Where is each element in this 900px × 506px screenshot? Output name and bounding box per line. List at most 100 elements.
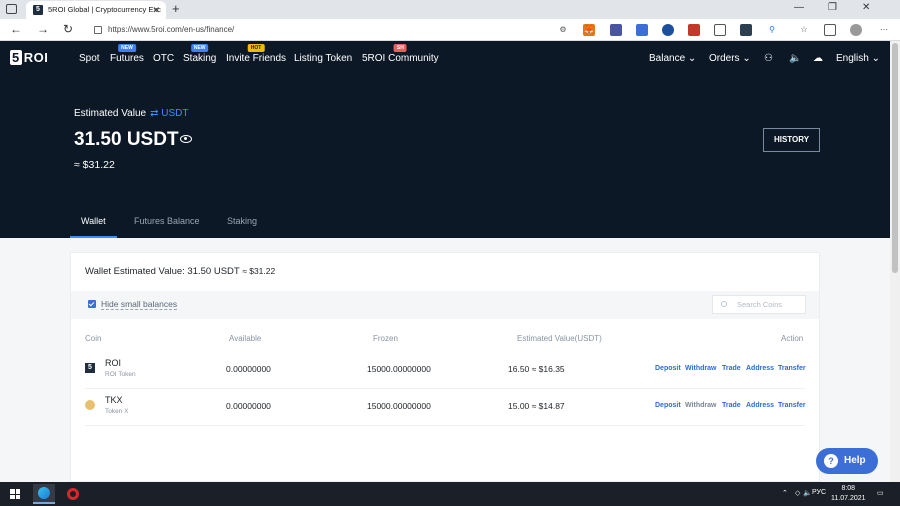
forward-icon[interactable]: → xyxy=(37,22,49,36)
volume-icon[interactable]: 🔈 xyxy=(803,489,812,497)
row-divider xyxy=(85,425,805,426)
favorites-icon[interactable]: ☆ xyxy=(798,24,810,36)
address-link[interactable]: Address xyxy=(746,365,774,372)
balance-hero: Estimated Value ⇄ USDT 31.50 USDT ≈ $31.2… xyxy=(0,77,890,238)
deposit-link[interactable]: Deposit xyxy=(655,402,681,409)
logo[interactable]: 5 ROI xyxy=(10,50,48,65)
col-action: Action xyxy=(781,334,804,343)
nav-listing-token[interactable]: Listing Token xyxy=(294,53,352,64)
eye-icon[interactable] xyxy=(180,135,192,143)
download-icon[interactable]: ☁ xyxy=(813,53,823,64)
lock-icon xyxy=(94,26,102,34)
scrollbar-thumb[interactable] xyxy=(892,43,898,273)
profile-avatar-icon[interactable] xyxy=(850,24,862,36)
table-row: TKX Token X 0.00000000 15000.00000000 15… xyxy=(71,389,819,426)
estimated-value-label: Estimated Value ⇄ USDT xyxy=(74,108,189,119)
table-row: 5 ROI ROI Token 0.00000000 15000.0000000… xyxy=(71,352,819,389)
filter-row: Hide small balances Search Coins xyxy=(71,291,819,319)
back-icon[interactable]: ← xyxy=(10,22,22,36)
frozen-value: 15000.00000000 xyxy=(367,401,431,411)
col-frozen: Frozen xyxy=(373,334,398,343)
new-badge: NEW xyxy=(190,44,209,52)
windows-taskbar: ⌃ ◇ 🔈 РУС 8:08 11.07.2021 ▭ xyxy=(0,482,900,506)
frozen-value: 15000.00000000 xyxy=(367,364,431,374)
help-icon: ? xyxy=(824,454,838,468)
transfer-link[interactable]: Transfer xyxy=(778,402,806,409)
speaker-icon[interactable]: 🔈 xyxy=(789,53,801,64)
network-icon[interactable]: ◇ xyxy=(795,489,800,497)
nav-otc[interactable]: OTC xyxy=(153,53,174,64)
tab-staking[interactable]: Staking xyxy=(227,216,257,226)
metamask-icon[interactable]: 🦊 xyxy=(583,24,595,36)
language-menu[interactable]: English ⌄ xyxy=(836,53,880,64)
tab-futures-balance[interactable]: Futures Balance xyxy=(134,216,200,226)
nav-spot[interactable]: Spot xyxy=(79,53,100,64)
nav-community[interactable]: SH 5ROI Community xyxy=(362,44,439,64)
extension-red-icon[interactable] xyxy=(688,24,700,36)
address-link[interactable]: Address xyxy=(746,402,774,409)
wallet-title: Wallet Estimated Value: 31.50 USDT ≈ $31… xyxy=(85,266,276,277)
wallet-card: Wallet Estimated Value: 31.50 USDT ≈ $31… xyxy=(70,252,820,482)
currency-switch[interactable]: ⇄ USDT xyxy=(150,108,188,119)
favicon-icon: 5 xyxy=(33,5,43,15)
translate-icon[interactable] xyxy=(636,24,648,36)
refresh-icon[interactable]: ↻ xyxy=(63,22,73,36)
hot-badge: HOT xyxy=(247,44,265,52)
extension-person-icon[interactable]: ⚲ xyxy=(766,24,778,36)
extension-p-icon[interactable] xyxy=(662,24,674,36)
roi-coin-icon: 5 xyxy=(85,363,95,373)
language-indicator[interactable]: РУС xyxy=(812,489,826,496)
nav-staking[interactable]: NEW Staking xyxy=(183,44,216,64)
minimize-icon[interactable]: — xyxy=(794,2,804,13)
site-settings-icon[interactable]: ⚙ xyxy=(557,24,569,36)
withdraw-link[interactable]: Withdraw xyxy=(685,402,716,409)
available-value: 0.00000000 xyxy=(226,401,271,411)
search-icon xyxy=(721,301,727,307)
trade-link[interactable]: Trade xyxy=(722,365,741,372)
extension-box-icon[interactable] xyxy=(714,24,726,36)
extension-dark-icon[interactable] xyxy=(740,24,752,36)
estimated-value: 15.00 ≈ $14.87 xyxy=(508,401,565,411)
clock[interactable]: 8:08 11.07.2021 xyxy=(831,484,866,504)
tab-title: 5ROI Global | Cryptocurrency Exc xyxy=(48,5,161,14)
available-value: 0.00000000 xyxy=(226,364,271,374)
orders-menu[interactable]: Orders ⌄ xyxy=(709,53,751,64)
edge-taskbar-icon[interactable] xyxy=(33,484,55,504)
hide-small-checkbox[interactable] xyxy=(88,300,96,308)
nav-invite-friends[interactable]: HOT Invite Friends xyxy=(226,44,286,64)
tray-chevron-icon[interactable]: ⌃ xyxy=(782,489,788,497)
history-button[interactable]: HISTORY xyxy=(763,128,820,152)
new-badge: NEW xyxy=(118,44,136,52)
page-scrollbar[interactable] xyxy=(890,41,900,482)
maximize-icon[interactable]: ❐ xyxy=(828,2,837,13)
close-tab-icon[interactable]: ✕ xyxy=(152,1,160,19)
notifications-icon[interactable]: ▭ xyxy=(877,489,884,497)
trade-link[interactable]: Trade xyxy=(722,402,741,409)
window-close-icon[interactable]: ✕ xyxy=(862,2,870,13)
collections-icon[interactable] xyxy=(824,24,836,36)
transfer-link[interactable]: Transfer xyxy=(778,365,806,372)
tab-wallet[interactable]: Wallet xyxy=(81,216,106,226)
browser-tab[interactable]: 5 5ROI Global | Cryptocurrency Exc ✕ xyxy=(26,1,166,19)
help-button[interactable]: ? Help xyxy=(816,448,878,474)
deposit-link[interactable]: Deposit xyxy=(655,365,681,372)
opera-taskbar-icon[interactable] xyxy=(62,484,84,504)
windows-start-icon[interactable] xyxy=(10,489,20,499)
balance-menu[interactable]: Balance ⌄ xyxy=(649,53,696,64)
estimated-value: 16.50 ≈ $16.35 xyxy=(508,364,565,374)
user-icon[interactable]: ⚇ xyxy=(764,53,773,64)
hide-small-label[interactable]: Hide small balances xyxy=(101,299,178,310)
new-tab-icon[interactable]: + xyxy=(172,1,180,16)
site-header: 5 ROI Spot NEW Futures OTC NEW Staking HOT I… xyxy=(0,41,890,77)
tab-actions-icon[interactable] xyxy=(6,4,17,14)
extension-icon[interactable] xyxy=(610,24,622,36)
withdraw-link[interactable]: Withdraw xyxy=(685,365,716,372)
sh-badge: SH xyxy=(393,44,407,52)
tkx-coin-icon xyxy=(85,400,95,410)
nav-futures[interactable]: NEW Futures xyxy=(110,44,144,64)
search-coins-input[interactable]: Search Coins xyxy=(712,295,806,314)
col-available: Available xyxy=(229,334,262,343)
url-field[interactable]: https://www.5roi.com/en-us/finance/ xyxy=(90,22,568,38)
browser-tab-bar: 5 5ROI Global | Cryptocurrency Exc ✕ + —… xyxy=(0,0,900,19)
more-menu-icon[interactable]: ⋯ xyxy=(878,24,890,36)
